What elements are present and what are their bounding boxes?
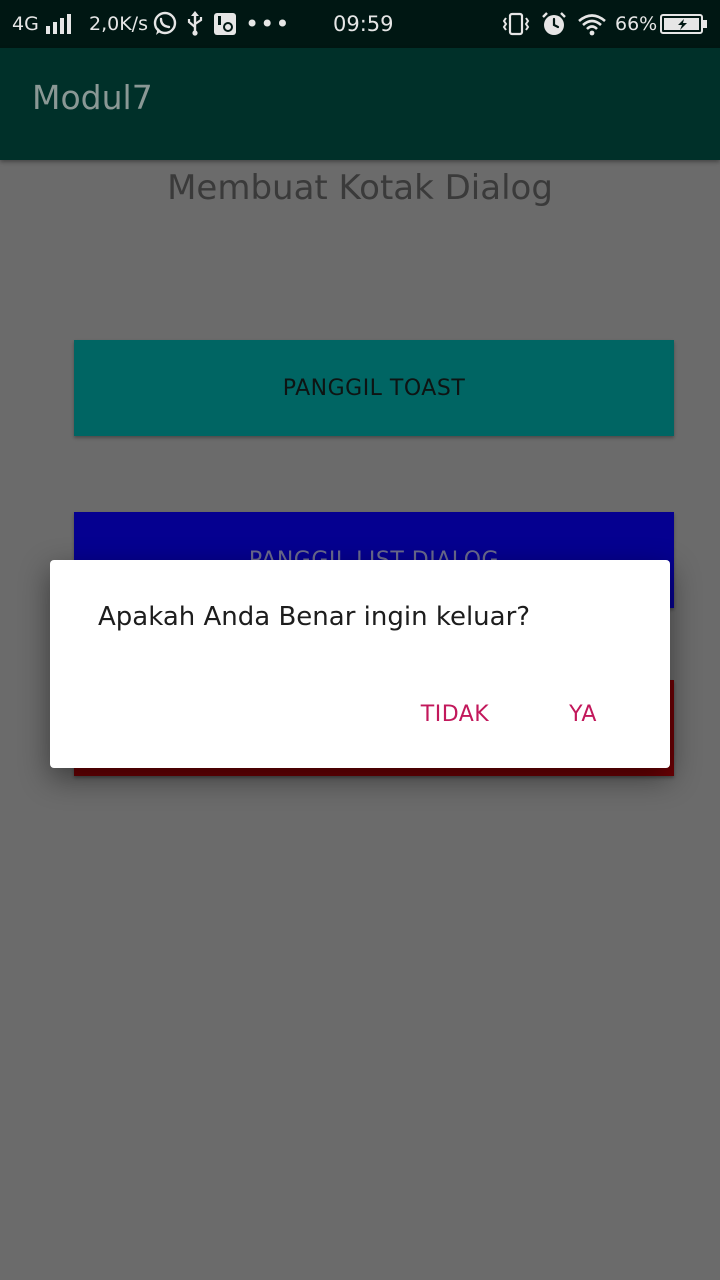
network-speed: 2,0K/s xyxy=(89,13,148,35)
tidak-button[interactable]: TIDAK xyxy=(410,688,500,740)
whatsapp-icon xyxy=(152,0,178,48)
network-type: 4G xyxy=(12,13,39,35)
battery-percent: 66% xyxy=(615,13,658,35)
wifi-icon xyxy=(577,0,607,48)
clock: 09:59 xyxy=(333,12,394,36)
app-bar: Modul7 xyxy=(0,48,720,160)
page-title: Membuat Kotak Dialog xyxy=(167,168,553,208)
panggil-toast-button[interactable]: PANGGIL TOAST xyxy=(74,340,674,436)
confirm-exit-dialog: Apakah Anda Benar ingin keluar? TIDAK YA xyxy=(50,560,670,768)
signal-icon xyxy=(46,0,74,48)
usb-icon xyxy=(186,0,204,48)
app-title: Modul7 xyxy=(32,78,153,117)
battery-charging-icon xyxy=(660,0,708,48)
alarm-icon xyxy=(541,0,567,48)
vibrate-icon xyxy=(501,0,531,48)
status-bar: 4G 2,0K/s ••• 09:59 66% xyxy=(0,0,720,48)
more-icon: ••• xyxy=(245,10,291,38)
dialog-message: Apakah Anda Benar ingin keluar? xyxy=(98,602,531,632)
ya-button[interactable]: YA xyxy=(558,688,608,740)
settings-icon xyxy=(213,0,237,48)
